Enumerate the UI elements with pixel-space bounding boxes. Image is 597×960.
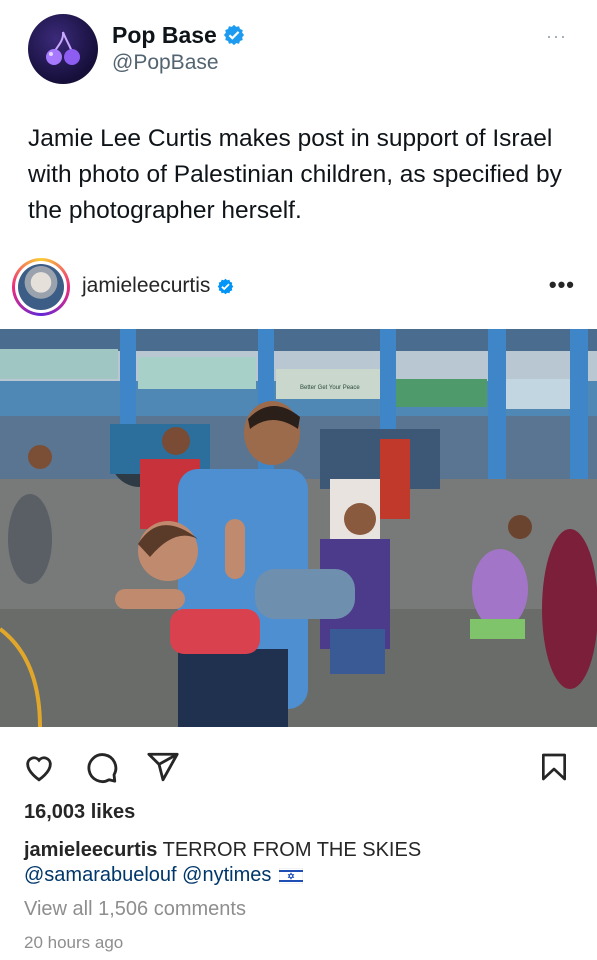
verified-badge-icon bbox=[223, 24, 244, 46]
post-actions bbox=[0, 750, 597, 790]
share-send-icon[interactable] bbox=[146, 750, 180, 784]
sign-text: Better Get Your Peace bbox=[300, 385, 360, 391]
ig-more-icon[interactable]: ••• bbox=[549, 272, 575, 298]
ig-avatar[interactable] bbox=[12, 258, 70, 316]
display-name[interactable]: Pop Base bbox=[112, 22, 217, 49]
mention-samarabuelouf[interactable]: @samarabuelouf bbox=[24, 863, 177, 888]
mention-nytimes[interactable]: @nytimes bbox=[182, 863, 271, 888]
tweet-header: Pop Base @PopBase ··· bbox=[0, 0, 597, 100]
more-options-icon[interactable]: ··· bbox=[546, 26, 567, 47]
likes-count[interactable]: 16,003 likes bbox=[24, 801, 135, 824]
popbase-avatar[interactable] bbox=[28, 14, 98, 84]
caption: jamieleecurtis TERROR FROM THE SKIES bbox=[24, 838, 584, 863]
ig-username[interactable]: jamieleecurtis bbox=[82, 274, 210, 298]
caption-text: TERROR FROM THE SKIES bbox=[157, 839, 422, 861]
profile-photo bbox=[18, 264, 64, 310]
cherry-logo-icon bbox=[46, 31, 80, 65]
caption-mentions: @samarabuelouf @nytimes bbox=[24, 863, 304, 888]
save-bookmark-icon[interactable] bbox=[538, 750, 570, 784]
post-photo[interactable]: Better Get Your Peace bbox=[0, 329, 597, 727]
like-heart-icon[interactable] bbox=[22, 750, 56, 784]
view-all-comments-link[interactable]: View all 1,506 comments bbox=[24, 898, 246, 921]
israel-flag-icon bbox=[279, 867, 304, 884]
ig-verified-icon bbox=[218, 278, 234, 294]
caption-username[interactable]: jamieleecurtis bbox=[24, 839, 157, 861]
tweet-text: Jamie Lee Curtis makes post in support o… bbox=[28, 125, 562, 224]
schoolyard-photo-illustration: Better Get Your Peace bbox=[0, 329, 597, 727]
handle[interactable]: @PopBase bbox=[112, 51, 219, 75]
comment-icon[interactable] bbox=[85, 750, 119, 784]
post-timestamp: 20 hours ago bbox=[24, 933, 124, 952]
